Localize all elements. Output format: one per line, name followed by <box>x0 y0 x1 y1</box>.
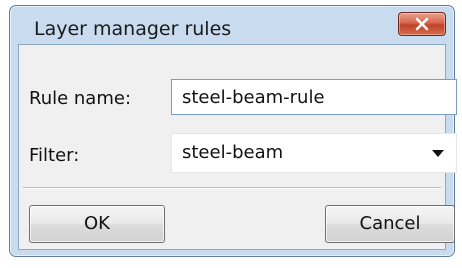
divider <box>23 187 441 189</box>
dialog-body: Rule name: Filter: steel-beam OK Cancel <box>18 44 457 250</box>
rule-name-label: Rule name: <box>29 88 132 109</box>
dialog-title: Layer manager rules <box>34 18 232 40</box>
ok-button[interactable]: OK <box>29 205 165 243</box>
title-bar[interactable]: Layer manager rules <box>10 6 454 46</box>
cancel-button[interactable]: Cancel <box>325 205 455 243</box>
layer-manager-rules-dialog: Layer manager rules Rule name: Filter: s… <box>9 5 457 257</box>
filter-dropdown[interactable]: steel-beam <box>171 133 457 173</box>
close-x-icon <box>415 17 429 31</box>
rule-name-input[interactable] <box>171 79 457 115</box>
filter-selected-value: steel-beam <box>182 142 284 163</box>
filter-label: Filter: <box>29 145 80 166</box>
chevron-down-icon <box>432 150 444 157</box>
close-button[interactable] <box>398 12 446 36</box>
